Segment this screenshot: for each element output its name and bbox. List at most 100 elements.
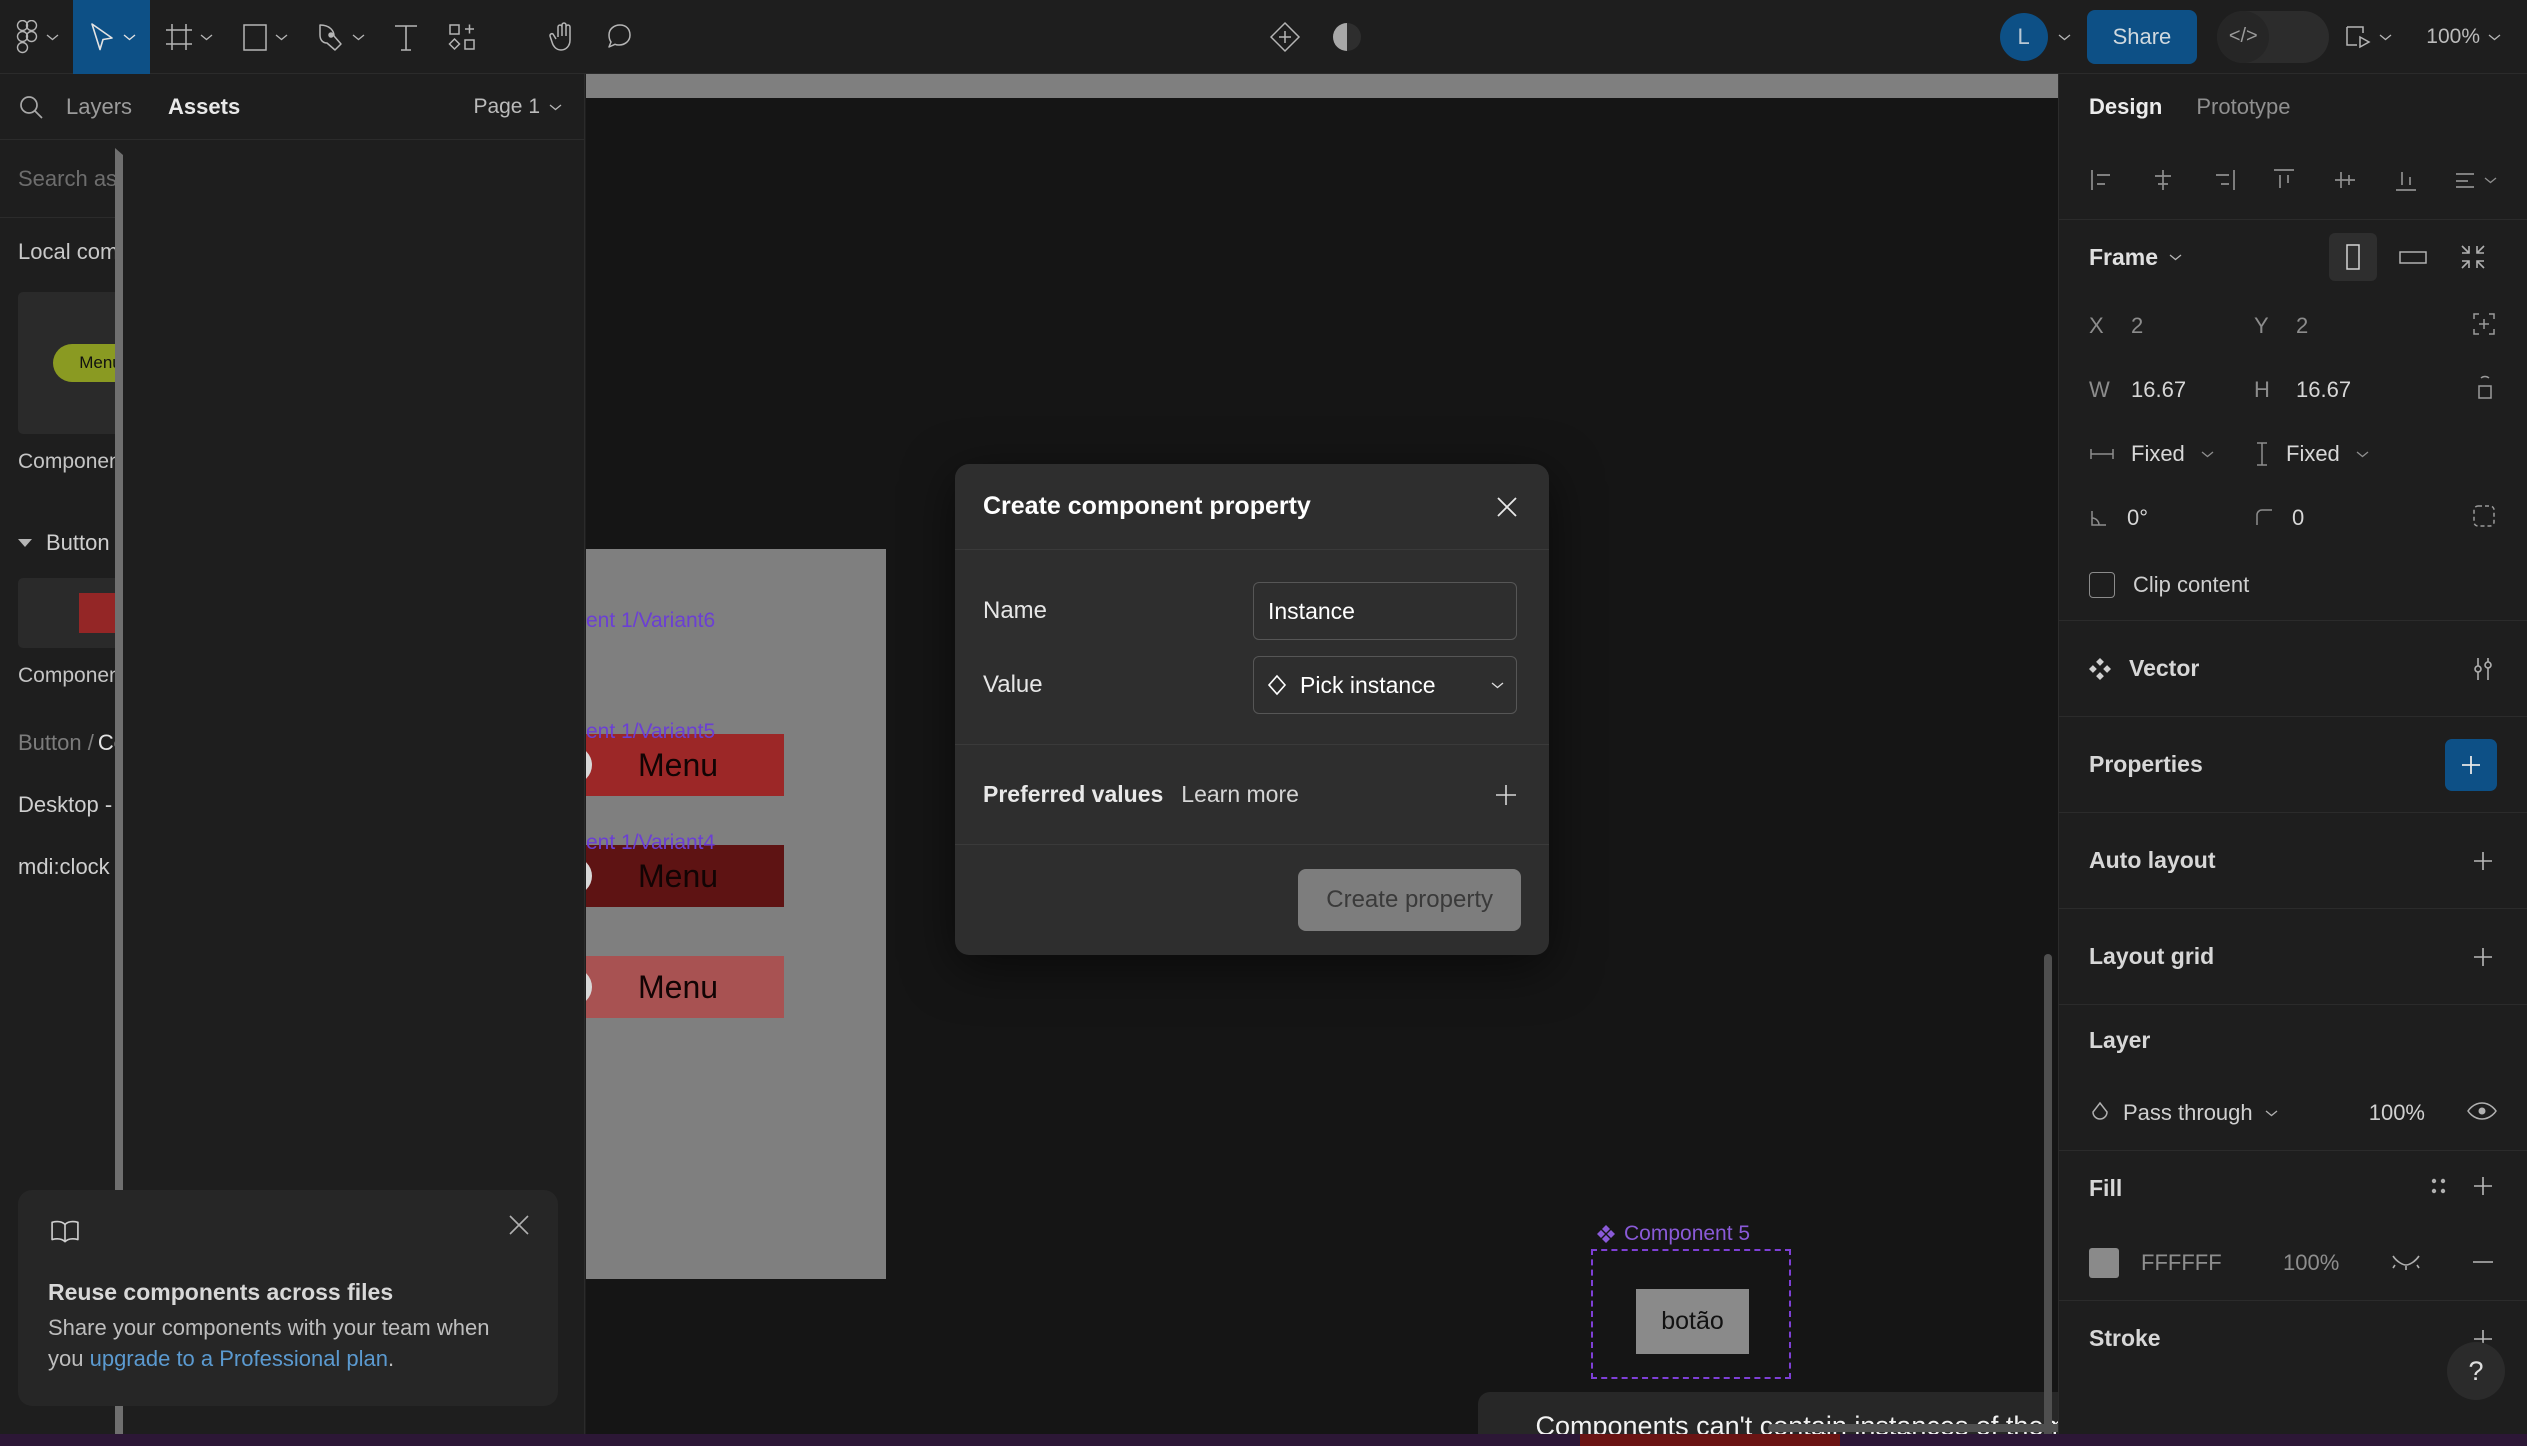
vertical-resizing[interactable]: Fixed [2254, 441, 2419, 467]
chevron-down-icon [275, 33, 288, 40]
promo-upgrade-link[interactable]: upgrade to a Professional plan [90, 1346, 388, 1371]
plus-icon [2474, 851, 2492, 870]
create-property-button[interactable]: Create property [1298, 869, 1521, 931]
book-icon [51, 1220, 79, 1243]
add-property-button[interactable] [2445, 738, 2497, 791]
distribute-icon[interactable] [2454, 167, 2497, 193]
add-auto-layout-button[interactable] [2469, 847, 2497, 875]
dev-mode-toggle[interactable]: </> [2217, 10, 2330, 63]
variant-menu-label: Menu [638, 746, 719, 783]
x-value: 2 [2131, 313, 2144, 338]
variant-label: ent 1/Variant5 [586, 720, 716, 743]
comment-tool-button[interactable] [591, 0, 649, 74]
fill-color-swatch[interactable] [2089, 1248, 2119, 1278]
components-tool-button[interactable] [433, 0, 491, 74]
lock-aspect-ratio-icon[interactable] [2473, 374, 2497, 407]
vertical-scrollbar[interactable] [2044, 954, 2052, 1446]
sliders-icon[interactable] [2469, 655, 2497, 683]
align-horizontal-center-icon[interactable] [2150, 167, 2176, 193]
learn-more-link[interactable]: Learn more [1181, 781, 1299, 808]
contrast-button[interactable] [1316, 0, 1378, 74]
x-field[interactable]: X 2 [2089, 313, 2254, 339]
component-set-frame[interactable] [586, 549, 886, 1279]
present-button[interactable] [2329, 23, 2406, 51]
landscape-icon[interactable] [2389, 233, 2437, 281]
page-selector[interactable]: Page 1 [473, 95, 566, 119]
dialog-body: Name Value Pick instance [955, 550, 1549, 745]
code-icon: </> [2217, 10, 2270, 63]
promo-card: Reuse components across files Share your… [18, 1189, 558, 1406]
align-top-icon[interactable] [2271, 167, 2297, 193]
fill-opacity-value[interactable]: 100% [2283, 1250, 2339, 1276]
tab-assets[interactable]: Assets [150, 94, 258, 120]
variant-menu-button[interactable]: Menu [586, 956, 784, 1018]
frame-type-selector[interactable]: Frame [2089, 244, 2182, 271]
chevron-down-icon [2201, 451, 2214, 458]
eye-icon[interactable] [2467, 1100, 2497, 1127]
help-button[interactable]: ? [2447, 1342, 2505, 1400]
chevron-down-icon [123, 33, 136, 40]
eye-hidden-icon[interactable] [2391, 1252, 2421, 1275]
height-field[interactable]: H 16.67 [2254, 377, 2419, 403]
y-key: Y [2254, 313, 2269, 338]
create-component-property-dialog: Create component property Name Value Pic… [955, 464, 1549, 955]
shape-tool-button[interactable] [227, 0, 302, 74]
pen-tool-button[interactable] [302, 0, 379, 74]
clip-content-row[interactable]: Clip content [2059, 550, 2527, 620]
square-icon [243, 23, 267, 51]
text-tool-button[interactable] [379, 0, 433, 74]
collapse-icon[interactable] [2449, 233, 2497, 281]
plus-icon [2462, 755, 2480, 774]
h-value: 16.67 [2296, 377, 2352, 402]
align-right-icon[interactable] [2211, 167, 2237, 193]
share-button[interactable]: Share [2086, 9, 2198, 64]
chevron-down-icon [200, 33, 213, 40]
portrait-icon[interactable] [2329, 233, 2377, 281]
main-toolbar: L Share </> 100% [0, 0, 2527, 74]
search-icon[interactable] [18, 94, 44, 120]
close-icon[interactable] [1493, 493, 1521, 521]
preferred-values-label: Preferred values [983, 781, 1164, 807]
asset-group-mdi-clock[interactable]: mdi:clock [0, 148, 584, 1446]
promo-body-after: . [388, 1345, 395, 1371]
blend-mode-select[interactable]: Pass through [2089, 1100, 2278, 1126]
fill-hex-value[interactable]: FFFFFF [2141, 1250, 2261, 1276]
components-icon [448, 23, 475, 50]
horizontal-resizing[interactable]: Fixed [2089, 441, 2254, 467]
horizontal-scrollbar[interactable] [1768, 1424, 2058, 1432]
zoom-menu[interactable]: 100% [2406, 25, 2527, 49]
hand-tool-button[interactable] [535, 0, 591, 74]
close-icon[interactable] [506, 1212, 532, 1238]
tab-layers[interactable]: Layers [48, 94, 150, 120]
frame-tool-button[interactable] [150, 0, 227, 74]
figma-menu-button[interactable] [0, 0, 73, 74]
corner-radius-field[interactable]: 0 [2254, 505, 2419, 531]
move-tool-button[interactable] [73, 0, 150, 74]
asset-group-label: Desktop - 1 [18, 792, 131, 817]
botao-instance[interactable]: botão [1636, 1289, 1749, 1354]
width-field[interactable]: W 16.67 [2089, 377, 2254, 403]
styles-icon[interactable] [2425, 1173, 2451, 1204]
add-fill-button[interactable] [2469, 1172, 2497, 1205]
remove-fill-button[interactable] [2469, 1254, 2497, 1272]
align-vertical-center-icon[interactable] [2332, 167, 2358, 193]
independent-corners-icon[interactable] [2471, 503, 2497, 534]
right-sidebar: Design Prototype Frame X 2 Y 2 W 16.67 H… [2058, 74, 2527, 1446]
plus-icon[interactable] [1491, 780, 1521, 810]
layer-opacity-value[interactable]: 100% [2369, 1100, 2425, 1126]
tab-design[interactable]: Design [2089, 94, 2162, 120]
add-layout-grid-button[interactable] [2469, 943, 2497, 971]
rotation-field[interactable]: 0° [2089, 505, 2254, 531]
add-to-selection-icon[interactable] [2471, 311, 2497, 342]
clip-content-checkbox[interactable] [2089, 572, 2115, 598]
user-avatar-menu[interactable]: L [1984, 12, 2087, 61]
create-component-button[interactable] [1254, 0, 1316, 74]
align-left-icon[interactable] [2089, 167, 2115, 193]
page-selector-label: Page 1 [473, 94, 540, 118]
tab-prototype[interactable]: Prototype [2196, 94, 2290, 120]
property-value-label: Pick instance [1300, 671, 1436, 698]
y-field[interactable]: Y 2 [2254, 313, 2419, 339]
property-name-input[interactable] [1253, 582, 1517, 640]
property-value-select[interactable]: Pick instance [1253, 656, 1517, 714]
align-bottom-icon[interactable] [2393, 167, 2419, 193]
